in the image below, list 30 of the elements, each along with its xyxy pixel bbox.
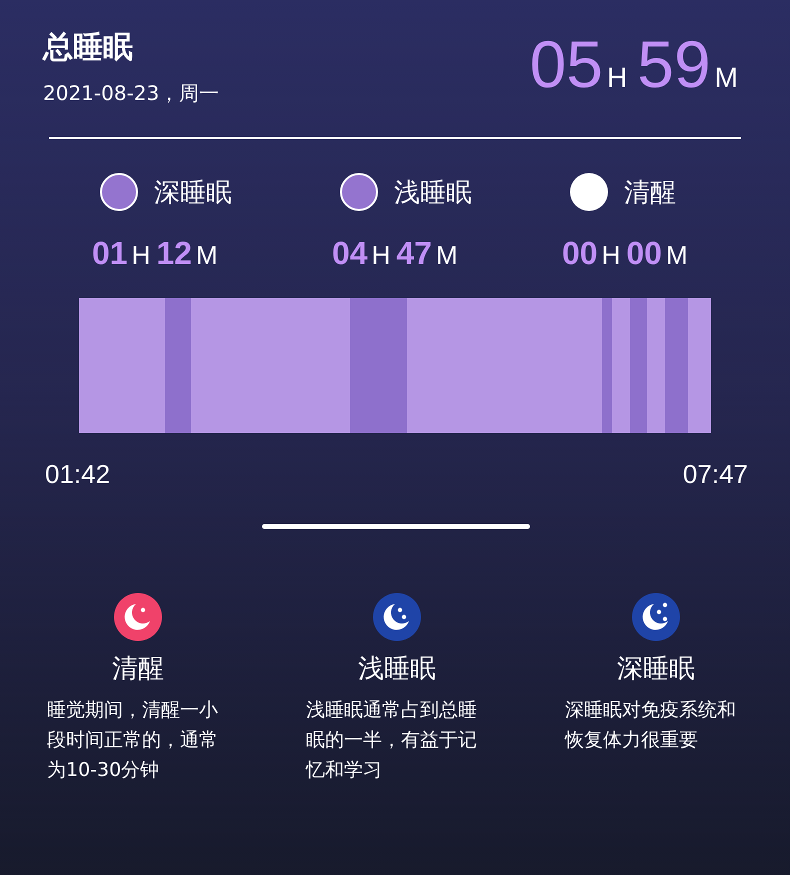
card-description: 浅睡眠通常占到总睡眠的一半，有益于记忆和学习 <box>306 698 478 783</box>
hours-unit: H <box>607 62 628 94</box>
card-title: 清醒 <box>112 653 164 686</box>
hours-unit: H <box>602 240 620 271</box>
minutes-unit: M <box>196 240 218 271</box>
minutes-unit: M <box>714 62 738 94</box>
hours-unit: H <box>132 240 150 271</box>
minutes-unit: M <box>436 240 458 271</box>
start-time: 01:42 <box>45 459 110 490</box>
total-hours: 05 <box>530 28 604 100</box>
drag-handle[interactable] <box>262 524 530 529</box>
card-description: 睡觉期间，清醒一小段时间正常的，通常为10-30分钟 <box>47 698 219 783</box>
duration-minutes: 12 <box>156 235 192 272</box>
card-title: 深睡眠 <box>617 653 695 686</box>
duration-minutes: 47 <box>396 235 432 272</box>
card-description: 深睡眠对免疫系统和恢复体力很重要 <box>565 698 737 753</box>
legend-label: 浅睡眠 <box>394 176 472 210</box>
duration-hours: 01 <box>92 235 128 272</box>
page-title: 总睡眠 <box>43 29 134 67</box>
duration-minutes: 00 <box>626 235 662 272</box>
card-title: 浅睡眠 <box>358 653 436 686</box>
legend-label: 清醒 <box>624 176 676 210</box>
duration-hours: 00 <box>562 235 598 272</box>
minutes-unit: M <box>666 240 688 271</box>
hours-unit: H <box>372 240 390 271</box>
date-text: 2021-08-23，周一 <box>43 80 220 107</box>
duration-hours: 04 <box>332 235 368 272</box>
end-time: 07:47 <box>682 459 748 490</box>
total-minutes: 59 <box>637 28 711 100</box>
legend-label: 深睡眠 <box>154 176 232 210</box>
